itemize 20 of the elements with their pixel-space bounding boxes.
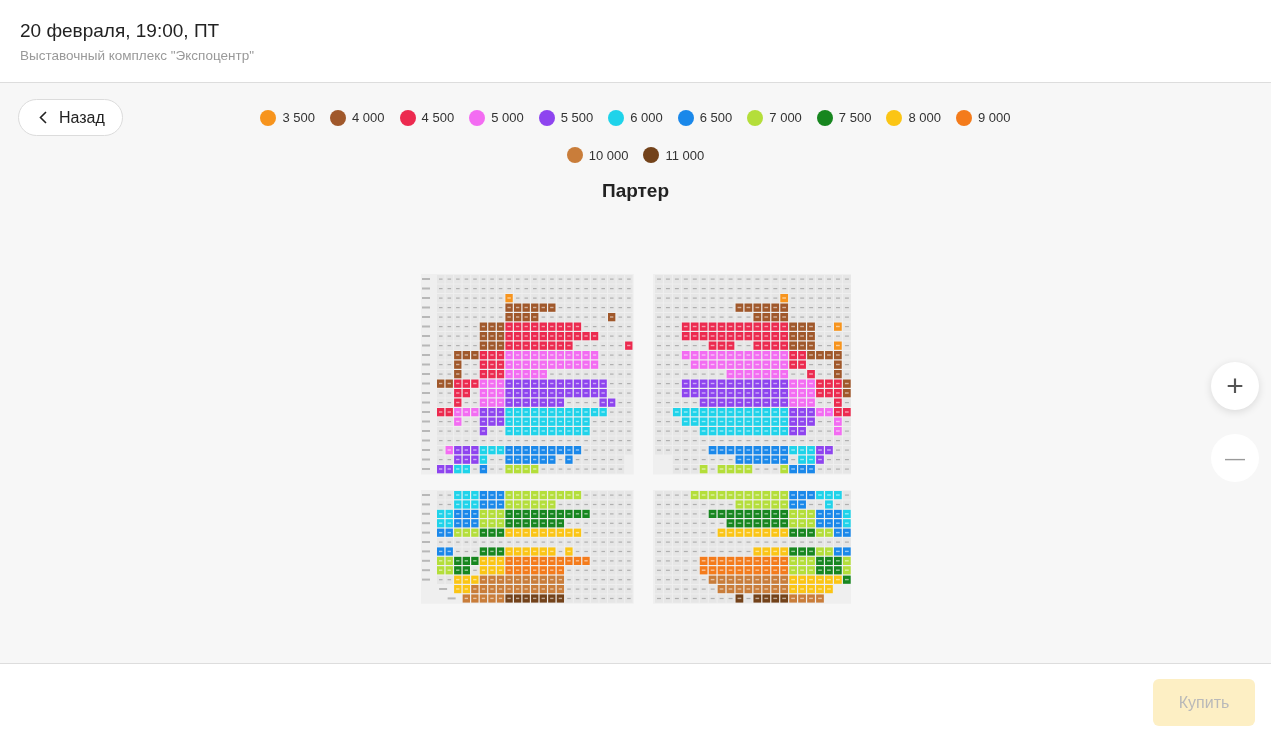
price-label: 4 500 xyxy=(421,109,455,127)
price-label: 7 500 xyxy=(838,109,872,127)
price-label: 7 000 xyxy=(769,109,802,127)
price-label: 9 000 xyxy=(977,109,1011,127)
back-button[interactable]: Назад xyxy=(18,99,123,136)
chevron-left-icon xyxy=(39,111,47,124)
price-label: 4 000 xyxy=(352,109,385,127)
price-label: 6 000 xyxy=(630,109,663,127)
seat-map-drawing[interactable] xyxy=(420,273,851,606)
price-label: 6 500 xyxy=(699,109,733,127)
price-label: 5 500 xyxy=(560,109,594,127)
price-label: 11 000 xyxy=(665,146,705,165)
zoom-in-button[interactable]: + xyxy=(1211,362,1259,410)
venue-name: Выставочный комплекс "Экспоцентр" xyxy=(20,47,255,65)
price-label: 5 000 xyxy=(491,109,524,127)
price-label: 10 000 xyxy=(588,146,629,165)
event-date-title: 20 февраля, 19:00, ПТ xyxy=(20,19,221,43)
price-label: 3 500 xyxy=(282,109,316,127)
price-label: 8 000 xyxy=(908,109,941,127)
hall-title: Партер xyxy=(601,179,670,203)
